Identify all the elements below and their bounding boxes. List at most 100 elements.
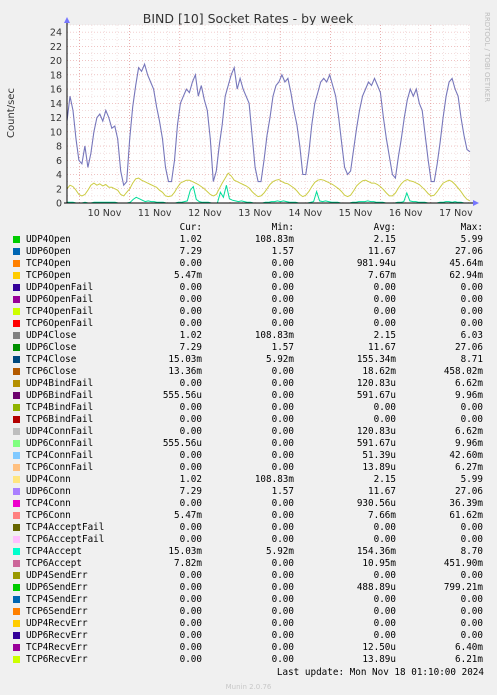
legend-cur-value: 0.00	[179, 258, 202, 269]
legend-min-value: 0.00	[271, 642, 294, 653]
legend-name: TCP4RecvErr	[26, 642, 88, 653]
legend-row: TCP4BindFail 0.00 0.00 0.00 0.00	[12, 402, 494, 414]
legend-avg-value: 51.39u	[362, 450, 396, 461]
legend-name: TCP4Conn	[26, 498, 71, 509]
legend-avg-value: 0.00	[373, 282, 396, 293]
legend-name: TCP4SendErr	[26, 594, 88, 605]
x-tick-label: 15 Nov	[339, 208, 373, 219]
y-tick-label: 12	[50, 113, 62, 124]
legend-min-value: 0.00	[271, 630, 294, 641]
y-tick-label: 4	[56, 170, 62, 181]
legend-max-value: 451.90m	[443, 558, 483, 569]
legend-max-value: 0.00	[460, 534, 483, 545]
legend-min-value: 0.00	[271, 402, 294, 413]
legend-row: UDP6Close 7.29 1.57 11.67 27.06	[12, 342, 494, 354]
legend-min-value: 0.00	[271, 498, 294, 509]
header-avg: Avg:	[373, 222, 396, 233]
legend-name: TCP6SendErr	[26, 606, 88, 617]
legend-min-value: 5.92m	[266, 546, 294, 557]
header-cur: Cur:	[179, 222, 202, 233]
legend-swatch	[13, 608, 20, 615]
legend-max-value: 0.00	[460, 282, 483, 293]
legend-row: UDP6RecvErr 0.00 0.00 0.00 0.00	[12, 630, 494, 642]
legend-cur-value: 0.00	[179, 654, 202, 665]
legend-row: TCP4Conn 0.00 0.00 930.56u 36.39m	[12, 498, 494, 510]
legend-max-value: 6.62m	[455, 426, 483, 437]
legend-cur-value: 0.00	[179, 630, 202, 641]
legend-avg-value: 10.95m	[362, 558, 396, 569]
legend-max-value: 0.00	[460, 618, 483, 629]
y-tick-label: 16	[50, 85, 62, 96]
legend-cur-value: 13.36m	[168, 366, 202, 377]
legend-max-value: 36.39m	[449, 498, 483, 509]
legend-min-value: 0.00	[271, 426, 294, 437]
legend-row: UDP4SendErr 0.00 0.00 0.00 0.00	[12, 570, 494, 582]
legend-min-value: 0.00	[271, 378, 294, 389]
legend-swatch	[13, 320, 20, 327]
legend-min-value: 0.00	[271, 318, 294, 329]
legend-cur-value: 0.00	[179, 522, 202, 533]
legend-cur-value: 0.00	[179, 570, 202, 581]
legend-name: UDP6OpenFail	[26, 294, 94, 305]
legend-avg-value: 13.89u	[362, 462, 396, 473]
legend-max-value: 0.00	[460, 294, 483, 305]
legend-max-value: 8.70	[460, 546, 483, 557]
legend-row: UDP4Close 1.02 108.83m 2.15 6.03	[12, 330, 494, 342]
legend-swatch	[13, 644, 20, 651]
legend-avg-value: 0.00	[373, 294, 396, 305]
legend-row: TCP6Accept 7.82m 0.00 10.95m 451.90m	[12, 558, 494, 570]
legend-swatch	[13, 500, 20, 507]
legend-swatch	[13, 596, 20, 603]
legend-swatch	[13, 560, 20, 567]
legend-min-value: 0.00	[271, 534, 294, 545]
legend-swatch	[13, 536, 20, 543]
legend-avg-value: 0.00	[373, 318, 396, 329]
legend-min-value: 0.00	[271, 606, 294, 617]
x-tick-label: 14 Nov	[288, 208, 322, 219]
header-max: Max:	[460, 222, 483, 233]
legend-min-value: 0.00	[271, 450, 294, 461]
legend-max-value: 27.06	[455, 486, 483, 497]
legend-max-value: 0.00	[460, 594, 483, 605]
legend-row: TCP4Accept 15.03m 5.92m 154.36m 8.70	[12, 546, 494, 558]
x-tick-label: 12 Nov	[188, 208, 222, 219]
legend-min-value: 0.00	[271, 570, 294, 581]
legend-swatch	[13, 656, 20, 663]
legend-swatch	[13, 368, 20, 375]
legend-swatch	[13, 464, 20, 471]
legend-avg-value: 11.67	[368, 246, 396, 257]
legend-name: TCP4AcceptFail	[26, 522, 105, 533]
legend-max-value: 0.00	[460, 522, 483, 533]
legend-cur-value: 0.00	[179, 282, 202, 293]
legend-name: TCP6Close	[26, 366, 77, 377]
legend-swatch	[13, 248, 20, 255]
legend-name: TCP4Accept	[26, 546, 82, 557]
legend-row: TCP6RecvErr 0.00 0.00 13.89u 6.21m	[12, 654, 494, 666]
legend-avg-value: 0.00	[373, 534, 396, 545]
legend-cur-value: 0.00	[179, 618, 202, 629]
legend-min-value: 0.00	[271, 306, 294, 317]
legend-max-value: 6.21m	[455, 654, 483, 665]
legend-swatch	[13, 380, 20, 387]
legend-name: TCP6Open	[26, 270, 71, 281]
legend-row: UDP6Open 7.29 1.57 11.67 27.06	[12, 246, 494, 258]
x-axis-arrow	[473, 200, 479, 206]
legend-max-value: 27.06	[455, 342, 483, 353]
legend-row: TCP6Conn 5.47m 0.00 7.66m 61.62m	[12, 510, 494, 522]
legend-name: UDP4ConnFail	[26, 426, 94, 437]
legend-row: UDP4OpenFail 0.00 0.00 0.00 0.00	[12, 282, 494, 294]
legend-avg-value: 120.83u	[356, 378, 396, 389]
legend-min-value: 0.00	[271, 438, 294, 449]
legend-avg-value: 154.36m	[356, 546, 396, 557]
legend-swatch	[13, 620, 20, 627]
legend-header: Cur: Min: Avg: Max:	[12, 222, 494, 234]
legend-row: UDP6SendErr 0.00 0.00 488.89u 799.21m	[12, 582, 494, 594]
legend-min-value: 108.83m	[254, 234, 294, 245]
legend-name: UDP6Open	[26, 246, 71, 257]
x-tick-label: 11 Nov	[138, 208, 172, 219]
legend-avg-value: 13.89u	[362, 654, 396, 665]
legend-swatch	[13, 260, 20, 267]
y-tick-label: 2	[56, 184, 62, 195]
legend-cur-value: 0.00	[179, 294, 202, 305]
y-axis-arrow	[64, 17, 70, 23]
